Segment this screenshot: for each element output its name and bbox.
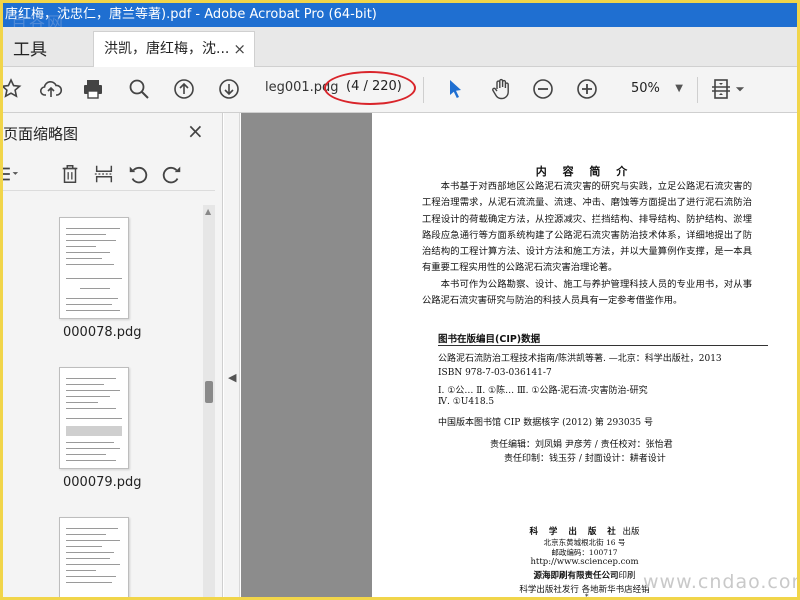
chevron-left-icon[interactable]: ◀ (228, 371, 236, 384)
thumbnail-panel: 页面缩略图 × 000078.pdg 000079.pdg ▲ (3, 113, 223, 597)
trash-icon[interactable] (57, 161, 83, 187)
toolbar-divider (697, 77, 698, 103)
close-icon[interactable]: × (187, 119, 204, 143)
pdf-page: 内 容 简 介 本书基于对西部地区公路泥石流灾害的研究与实践，立足公路泥石流灾害… (372, 113, 797, 597)
document-canvas: 内 容 简 介 本书基于对西部地区公路泥石流灾害的研究与实践，立足公路泥石流灾害… (241, 113, 797, 597)
rotate-left-icon[interactable] (125, 161, 151, 187)
zoom-select[interactable]: 50% ▼ (617, 75, 691, 103)
rotate-right-icon[interactable] (159, 161, 185, 187)
highlight-annotation (324, 71, 416, 105)
app-window: 唐红梅，沈忠仁，唐兰等著).pdf - Adobe Acrobat Pro (6… (3, 3, 797, 597)
tab-document[interactable]: 洪凯，唐红梅，沈... × (93, 31, 255, 67)
scrollbar-thumb[interactable] (205, 381, 213, 403)
page-heading: 内 容 简 介 (535, 165, 634, 178)
audience-paragraph: 本书可作为公路勘察、设计、施工与养护管理科技人员的专业用书，对从事公路泥石流灾害… (422, 279, 752, 307)
panel-toolbar (3, 157, 215, 191)
zoom-value: 50% (631, 81, 660, 96)
chevron-down-icon: ▼ (675, 83, 683, 94)
hand-tool-icon[interactable] (487, 75, 515, 103)
page-thumbnail[interactable] (59, 217, 129, 319)
production-credit: 责任印制：钱玉芬 / 封面设计：耕者设计 (504, 454, 666, 464)
publisher-website: http://www.sciencep.com (530, 557, 639, 567)
cip-line: 公路泥石流防治工程技术指南/陈洪凯等著. —北京：科学出版社，2013 (438, 354, 722, 364)
page-up-icon[interactable] (170, 75, 198, 103)
printer-suffix: 印刷 (618, 571, 636, 581)
page-mark: * (585, 593, 589, 597)
close-tab-icon[interactable]: × (233, 32, 246, 66)
editor-credit: 责任编辑：刘凤娟 尹彦芳 / 责任校对：张怡君 (490, 440, 673, 450)
cip-line: Ⅳ. ①U418.5 (438, 397, 495, 407)
page-thumbnail[interactable] (59, 367, 129, 469)
select-arrow-icon[interactable] (441, 75, 469, 103)
cip-line: 中国版本图书馆 CIP 数据核字 (2012) 第 293035 号 (438, 418, 653, 428)
cip-line: Ⅰ. ①公… Ⅱ. ①陈… Ⅲ. ①公路-泥石流-灾害防治-研究 (438, 386, 648, 396)
main-toolbar: leg001.pdg (4 / 220) 50% ▼ (3, 67, 797, 113)
page-thumbnail[interactable] (59, 517, 129, 597)
star-icon[interactable] (3, 75, 25, 103)
upload-icon[interactable] (37, 75, 65, 103)
publisher-line: 科 学 出 版 社 出版 (372, 525, 797, 537)
panel-collapse-handle[interactable]: ◀ (224, 113, 240, 597)
summary-paragraph: 本书基于对西部地区公路泥石流灾害的研究与实践，立足公路泥石流灾害的工程治理需求，… (422, 181, 752, 274)
chevron-down-icon[interactable] (733, 75, 747, 103)
print-icon[interactable] (79, 75, 107, 103)
zoom-in-icon[interactable] (573, 75, 601, 103)
thumbnail-scrollbar[interactable]: ▲ (203, 205, 215, 597)
zoom-out-icon[interactable] (529, 75, 557, 103)
cip-line: ISBN 978-7-03-036141-7 (438, 368, 552, 378)
window-title-bar: 唐红梅，沈忠仁，唐兰等著).pdf - Adobe Acrobat Pro (6… (3, 3, 797, 27)
printer-name: 源海即刷有限责任公司 (533, 571, 619, 581)
extract-pages-icon[interactable] (91, 161, 117, 187)
search-icon[interactable] (125, 75, 153, 103)
toolbar-divider (423, 77, 424, 103)
panel-title: 页面缩略图 (3, 125, 79, 143)
thumbnail-label: 000078.pdg (63, 325, 142, 340)
publisher-suffix: 出版 (619, 527, 640, 537)
thumbnail-label: 000079.pdg (63, 475, 142, 490)
tab-bar: 工具 洪凯，唐红梅，沈... × (3, 27, 797, 67)
cip-heading: 图书在版编目(CIP)数据 (438, 334, 541, 345)
page-down-icon[interactable] (215, 75, 243, 103)
scroll-up-icon[interactable]: ▲ (205, 207, 211, 216)
site-watermark-bottom: www.cndao.com (643, 571, 797, 593)
page-fit-icon[interactable] (707, 75, 735, 103)
publisher-name: 科 学 出 版 社 (529, 527, 620, 537)
tab-document-label: 洪凯，唐红梅，沈... (104, 41, 230, 57)
tab-tools[interactable]: 工具 (13, 35, 47, 60)
options-menu-icon[interactable] (3, 161, 21, 187)
divider (438, 345, 768, 346)
